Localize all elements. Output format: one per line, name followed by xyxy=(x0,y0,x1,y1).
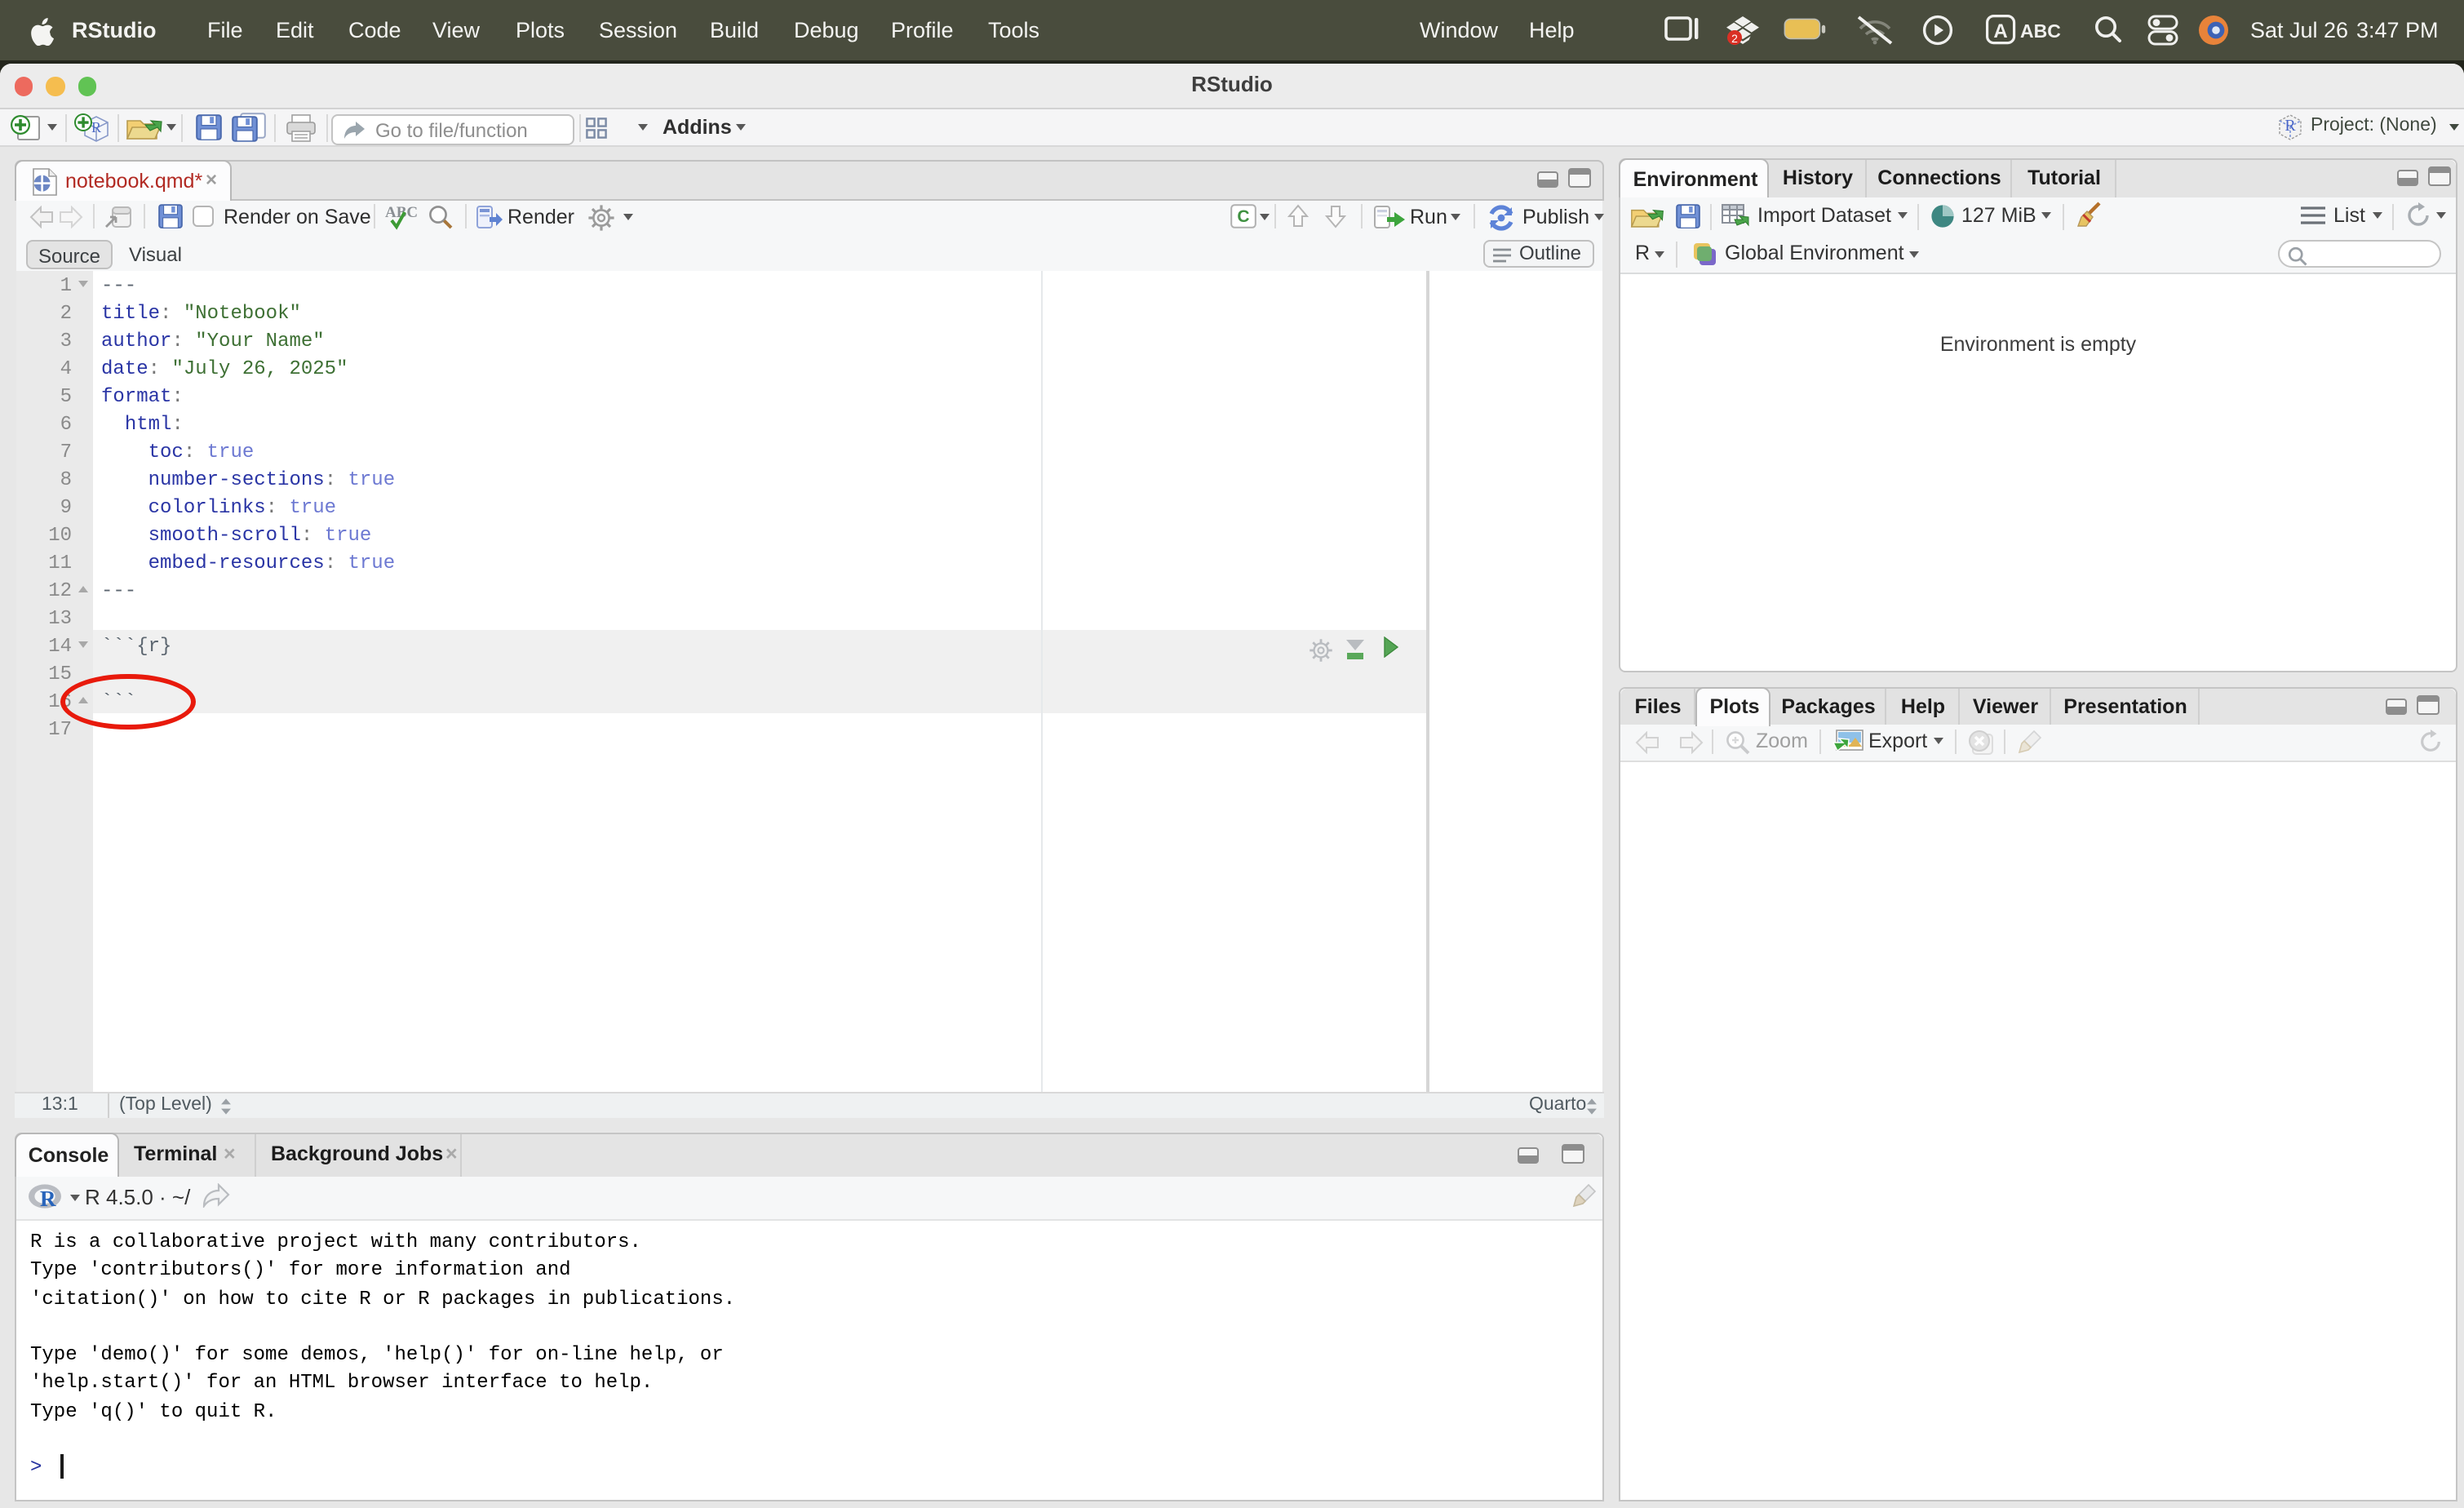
svg-text:A: A xyxy=(1993,20,2007,42)
svg-text:2: 2 xyxy=(1731,32,1738,45)
svg-text:ABC: ABC xyxy=(2020,20,2061,42)
svg-text:R: R xyxy=(40,1186,56,1209)
svg-text:C: C xyxy=(1237,207,1249,226)
svg-text:R: R xyxy=(2285,117,2296,135)
svg-text:R: R xyxy=(91,119,101,135)
